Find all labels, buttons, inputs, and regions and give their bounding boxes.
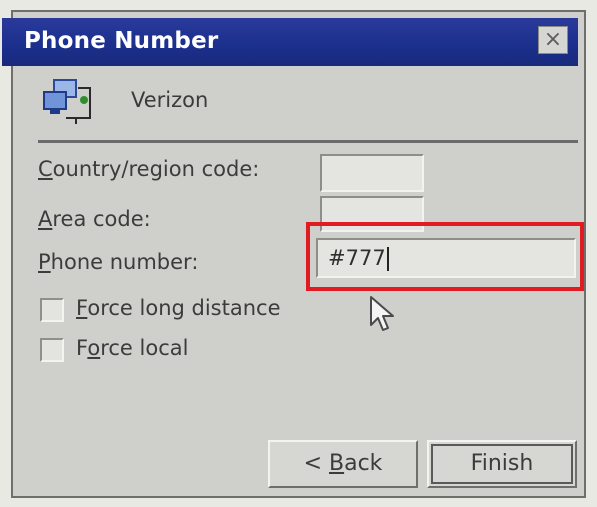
force-long-distance-label[interactable]: Force long distance (76, 296, 281, 320)
annotation-highlight-box (306, 222, 584, 291)
back-button[interactable]: < Back (268, 440, 418, 488)
window-title: Phone Number (24, 28, 219, 54)
title-bar: Phone Number × (2, 18, 578, 66)
country-code-label: Country/region code: (38, 157, 260, 181)
force-long-distance-checkbox[interactable] (40, 298, 64, 322)
network-connection-icon (43, 79, 91, 124)
force-local-checkbox[interactable] (40, 338, 64, 362)
force-local-label[interactable]: Force local (76, 336, 188, 360)
close-icon: × (543, 27, 563, 52)
connection-name: Verizon (131, 88, 209, 112)
country-code-field[interactable] (320, 154, 424, 192)
finish-button[interactable]: Finish (427, 440, 577, 488)
close-button[interactable]: × (538, 26, 568, 54)
phone-number-label: Phone number: (38, 250, 199, 274)
mouse-pointer-icon (370, 296, 394, 331)
area-code-label: Area code: (38, 207, 151, 231)
header-divider (38, 140, 578, 143)
